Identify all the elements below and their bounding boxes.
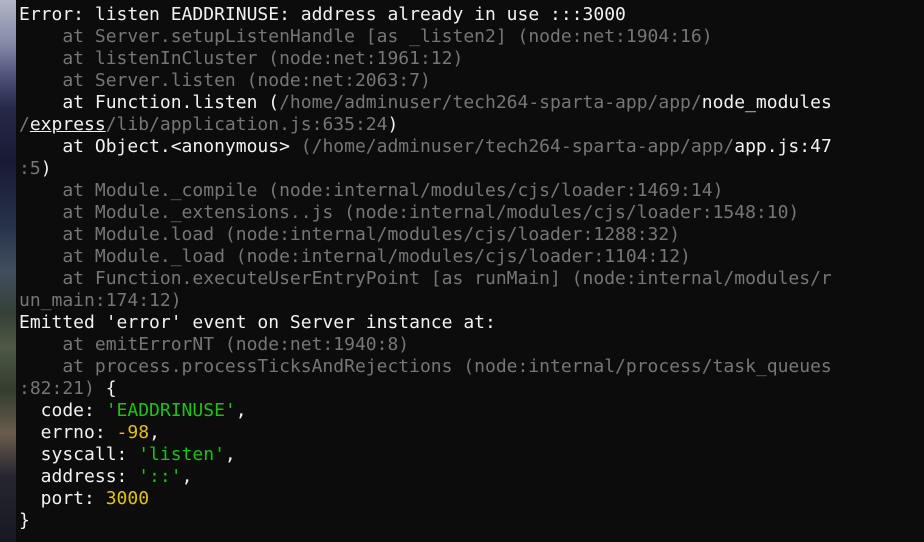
- stack-frame: at Function.listen (/home/adminuser/tech…: [19, 92, 924, 114]
- prop-key: address:: [19, 466, 139, 487]
- comma: ,: [224, 444, 236, 465]
- prop-string-value: '::': [138, 466, 182, 487]
- paren-close: ): [387, 114, 399, 135]
- paren-close: ): [40, 158, 52, 179]
- prop-key: port:: [19, 488, 106, 509]
- emitted-message: Emitted 'error' event on Server instance…: [19, 312, 496, 333]
- stack-frame: at emitErrorNT (node:net:1940:8): [19, 334, 410, 355]
- stack-frame: at Server.setupListenHandle [as _listen2…: [19, 26, 713, 47]
- error-prop-code: code: 'EADDRINUSE',: [19, 400, 924, 422]
- stack-frame: at Server.listen (node:net:2063:7): [19, 70, 431, 91]
- error-prop-errno: errno: -98,: [19, 422, 924, 444]
- object-close-brace: }: [19, 510, 30, 531]
- stack-frame: at Object.<anonymous> (/home/adminuser/t…: [19, 136, 924, 158]
- desktop-wallpaper: [0, 0, 16, 542]
- error-prop-syscall: syscall: 'listen',: [19, 444, 924, 466]
- stack-frame-call: at Object.<anonymous>: [19, 136, 301, 157]
- error-prop-address: address: '::',: [19, 466, 924, 488]
- terminal-output[interactable]: Error: listen EADDRINUSE: address alread…: [16, 0, 924, 532]
- stack-frame: at Module._extensions..js (node:internal…: [19, 202, 800, 223]
- stack-frame: at Module._compile (node:internal/module…: [19, 180, 724, 201]
- prop-key: code:: [19, 400, 106, 421]
- stack-frame: at Module.load (node:internal/modules/cj…: [19, 224, 681, 245]
- object-open-brace: {: [94, 378, 117, 399]
- stack-frame-path: /lib/application.js:635:24: [105, 114, 388, 135]
- prop-key: syscall:: [19, 444, 139, 465]
- prop-number-value: -98: [116, 422, 150, 443]
- terminal-window[interactable]: Error: listen EADDRINUSE: address alread…: [16, 0, 924, 542]
- comma: ,: [149, 422, 160, 443]
- stack-frame-call: at Function.listen (: [19, 92, 280, 113]
- error-message: Error: listen EADDRINUSE: address alread…: [19, 4, 626, 25]
- stack-frame-wrap: :82:21) {: [19, 378, 924, 400]
- stack-frame-wrap: :5): [19, 158, 924, 180]
- stack-frame-column: :82:21): [19, 378, 95, 399]
- stack-frame: at Module._load (node:internal/modules/c…: [19, 246, 691, 267]
- stack-frame-wrap: /express/lib/application.js:635:24): [19, 114, 924, 136]
- comma: ,: [181, 466, 193, 487]
- desktop: Error: listen EADDRINUSE: address alread…: [0, 0, 924, 542]
- stack-frame-column: :5: [19, 158, 41, 179]
- prop-key: errno:: [19, 422, 117, 443]
- comma: ,: [235, 400, 247, 421]
- prop-string-value: 'listen': [138, 444, 225, 465]
- prop-string-value: 'EADDRINUSE': [105, 400, 236, 421]
- stack-frame: at Function.executeUserEntryPoint [as ru…: [19, 268, 832, 289]
- stack-frame-path: /home/adminuser/tech264-sparta-app/app/: [279, 92, 702, 113]
- stack-frame-file: app.js:47: [734, 136, 832, 157]
- stack-frame-path: (/home/adminuser/tech264-sparta-app/app/: [300, 136, 735, 157]
- path-separator: /: [19, 114, 30, 135]
- stack-frame-module-dir: node_modules: [701, 92, 832, 113]
- prop-number-value: 3000: [105, 488, 150, 509]
- stack-frame: at listenInCluster (node:net:1961:12): [19, 48, 464, 69]
- stack-frame: at process.processTicksAndRejections (no…: [19, 356, 832, 377]
- error-prop-port: port: 3000: [19, 488, 924, 510]
- stack-frame-wrap: un_main:174:12): [19, 290, 182, 311]
- module-name-link[interactable]: express: [30, 114, 106, 135]
